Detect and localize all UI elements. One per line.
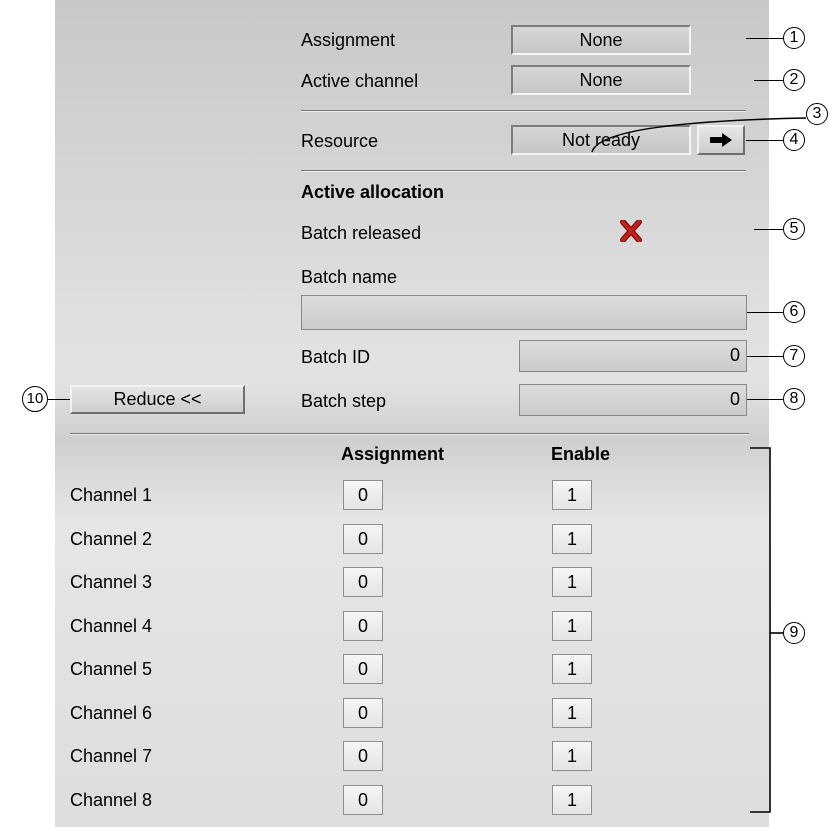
batch-id-label: Batch ID bbox=[301, 347, 371, 367]
channel-assignment-value[interactable]: 0 bbox=[343, 697, 383, 728]
channel-enable-value[interactable]: 1 bbox=[552, 741, 592, 771]
active-channel-value: None bbox=[511, 65, 691, 95]
channel-enable-value[interactable]: 1 bbox=[552, 567, 592, 597]
callout-3: 3 bbox=[806, 103, 828, 125]
callout-10: 10 bbox=[22, 386, 48, 412]
assignment-label: Assignment bbox=[301, 30, 396, 50]
callout-1: 1 bbox=[783, 27, 805, 49]
callout-line bbox=[754, 80, 783, 81]
batch-id-field: 0 bbox=[519, 340, 747, 372]
channel-enable-value[interactable]: 1 bbox=[552, 480, 592, 510]
channel-assignment-value[interactable]: 0 bbox=[343, 784, 383, 815]
callout-line bbox=[746, 38, 783, 39]
channel-label: Channel 8 bbox=[70, 789, 153, 810]
active-allocation-heading: Active allocation bbox=[301, 182, 445, 202]
channel-label: Channel 6 bbox=[70, 702, 153, 723]
callout-line bbox=[747, 399, 783, 400]
callout-line bbox=[747, 312, 783, 313]
column-header-enable: Enable bbox=[551, 444, 611, 464]
channel-label: Channel 3 bbox=[70, 572, 153, 592]
channel-assignment-value[interactable]: 0 bbox=[343, 567, 383, 597]
channel-assignment-value[interactable]: 0 bbox=[343, 741, 383, 771]
channel-enable-value[interactable]: 1 bbox=[552, 654, 592, 684]
channel-label: Channel 7 bbox=[70, 746, 153, 766]
divider bbox=[70, 433, 749, 435]
active-channel-label: Active channel bbox=[301, 71, 419, 91]
batch-name-field bbox=[301, 295, 747, 330]
reduce-button[interactable]: Reduce << bbox=[70, 385, 245, 414]
callout-9: 9 bbox=[783, 622, 805, 644]
channel-label: Channel 2 bbox=[70, 528, 153, 549]
channel-assignment-value[interactable]: 0 bbox=[343, 480, 383, 510]
callout-line bbox=[747, 356, 783, 357]
channel-enable-value[interactable]: 1 bbox=[552, 523, 592, 554]
batch-step-field: 0 bbox=[519, 384, 747, 416]
callout-4: 4 bbox=[783, 129, 805, 151]
channel-label: Channel 4 bbox=[70, 615, 153, 636]
callout-5: 5 bbox=[783, 218, 805, 240]
divider bbox=[301, 170, 746, 172]
channel-enable-value[interactable]: 1 bbox=[552, 697, 592, 728]
callout-7: 7 bbox=[783, 345, 805, 367]
channel-enable-value[interactable]: 1 bbox=[552, 784, 592, 815]
callout-2: 2 bbox=[783, 69, 805, 91]
callout-line bbox=[48, 399, 70, 400]
channel-assignment-value[interactable]: 0 bbox=[343, 523, 383, 554]
batch-step-label: Batch step bbox=[301, 391, 387, 411]
callout-line bbox=[754, 229, 783, 230]
callout-8: 8 bbox=[783, 388, 805, 410]
resource-label: Resource bbox=[301, 131, 379, 151]
bracket bbox=[750, 447, 784, 813]
channel-label: Channel 1 bbox=[70, 485, 153, 505]
channel-assignment-value[interactable]: 0 bbox=[343, 654, 383, 684]
red-x-icon bbox=[620, 220, 642, 242]
callout-6: 6 bbox=[783, 301, 805, 323]
channel-label: Channel 5 bbox=[70, 659, 153, 679]
batch-name-label: Batch name bbox=[301, 267, 398, 287]
callout-line bbox=[746, 140, 783, 141]
batch-released-label: Batch released bbox=[301, 223, 422, 243]
column-header-assignment: Assignment bbox=[341, 444, 445, 464]
channel-assignment-value[interactable]: 0 bbox=[343, 610, 383, 641]
assignment-value: None bbox=[511, 25, 691, 55]
channel-enable-value[interactable]: 1 bbox=[552, 610, 592, 641]
